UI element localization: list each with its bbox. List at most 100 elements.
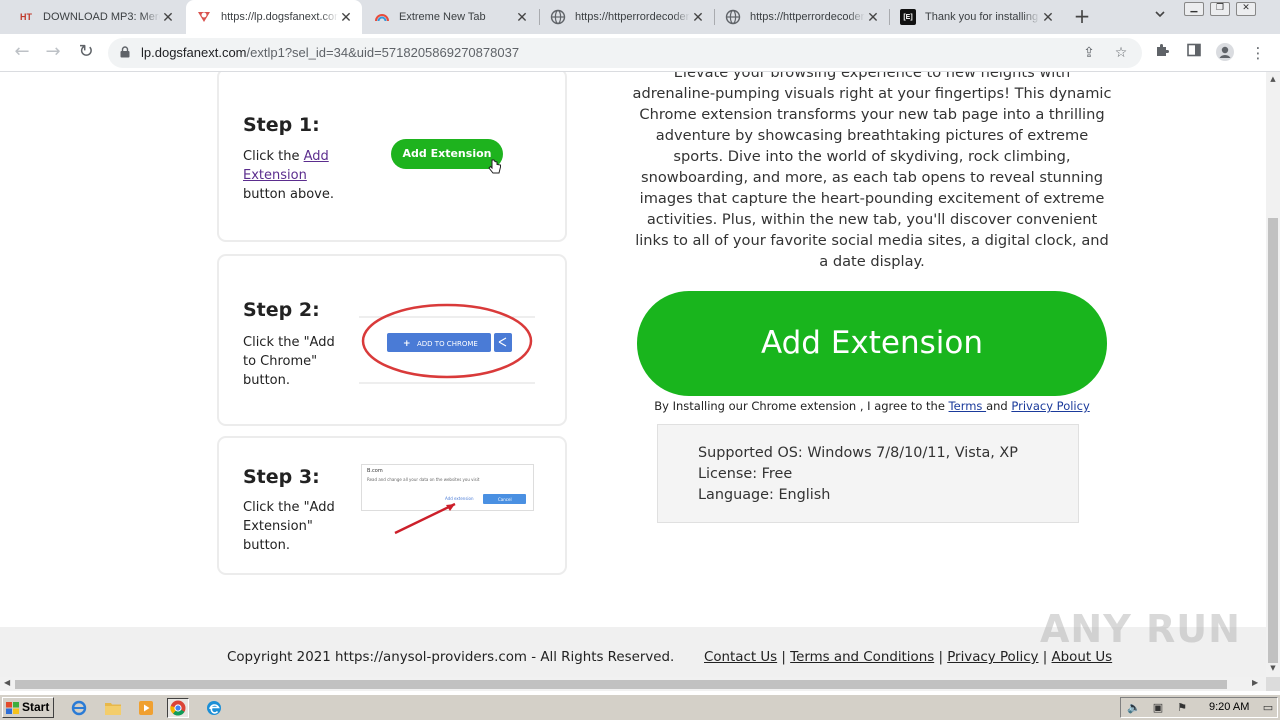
add-extension-button[interactable]: Add Extension: [637, 291, 1107, 396]
scroll-up-icon[interactable]: ▲: [1269, 75, 1277, 83]
dialog-text: Read and change all your data on the web…: [367, 477, 480, 482]
chrome-taskbar-icon[interactable]: [167, 698, 189, 718]
minimize-icon[interactable]: ▁: [1184, 2, 1204, 16]
step-1-text-after: button above.: [243, 187, 335, 202]
close-tab-icon[interactable]: ✕: [865, 9, 881, 26]
tab-favicon: [E]: [900, 9, 916, 25]
scrollbar-corner: [1266, 677, 1280, 691]
tab-title: Extreme New Tab: [399, 11, 486, 23]
scroll-down-icon[interactable]: ▼: [1269, 664, 1277, 672]
tab-httperrordecoder-1[interactable]: https://httperrordecoder ✕: [540, 0, 714, 34]
show-desktop-icon[interactable]: ▭: [1261, 701, 1275, 715]
add-to-chrome-illustration: + ADD TO CHROME: [359, 303, 535, 384]
network-icon[interactable]: ▣: [1151, 701, 1165, 715]
anyrun-watermark: ANY RUN: [1040, 607, 1241, 651]
tab-favicon-icon: [196, 9, 212, 25]
footer-privacy-policy-link[interactable]: Privacy Policy: [947, 650, 1038, 665]
tab-extreme-new-tab[interactable]: Extreme New Tab ✕: [364, 0, 538, 34]
globe-icon: [550, 9, 566, 25]
forward-icon[interactable]: →: [41, 41, 65, 65]
vertical-scrollbar[interactable]: ▲ ▼: [1266, 72, 1280, 677]
svg-text:+: +: [403, 339, 411, 349]
tab-title: https://lp.dogsfanext.com: [221, 11, 338, 23]
volume-icon[interactable]: 🔈: [1127, 701, 1141, 715]
agreement-text: By Installing our Chrome extension , I a…: [632, 399, 1112, 413]
tab-title: DOWNLOAD MP3: Merengue: [43, 11, 160, 23]
action-center-flag-icon[interactable]: ⚑: [1175, 701, 1189, 715]
start-button[interactable]: Start: [2, 697, 54, 718]
file-explorer-icon[interactable]: [102, 698, 124, 718]
share-icon[interactable]: ⇪: [1080, 44, 1098, 62]
side-panel-icon[interactable]: [1183, 42, 1205, 64]
about-us-link[interactable]: About Us: [1052, 650, 1113, 665]
system-tray: 🔈 ▣ ⚑ 9:20 AM ▭: [1120, 697, 1278, 718]
license: License: Free: [698, 466, 793, 482]
close-tab-icon[interactable]: ✕: [514, 9, 530, 26]
lock-icon: [120, 46, 130, 58]
windows-logo-icon: [6, 702, 19, 714]
tab-download-mp3[interactable]: HT DOWNLOAD MP3: Merengue ✕: [8, 0, 184, 34]
media-player-icon[interactable]: [135, 698, 157, 718]
edge-icon[interactable]: [203, 698, 225, 718]
agreement-and: and: [986, 399, 1012, 413]
tab-strip: HT DOWNLOAD MP3: Merengue ✕ https://lp.d…: [0, 0, 1280, 34]
back-icon[interactable]: ←: [10, 41, 34, 65]
tab-dogsfanext[interactable]: https://lp.dogsfanext.com ✕: [186, 0, 362, 34]
address-bar[interactable]: lp.dogsfanext.com/extlp1?sel_id=34&uid=5…: [108, 38, 1142, 68]
horizontal-scrollbar[interactable]: ◀ ▶: [0, 677, 1266, 691]
step-3-card: Step 3: Click the "Add Extension" button…: [217, 436, 567, 575]
step-3-title: Step 3:: [243, 466, 320, 488]
extensions-puzzle-icon[interactable]: [1151, 42, 1173, 64]
tab-search-icon[interactable]: [1150, 8, 1170, 26]
tab-favicon: HT: [20, 12, 32, 22]
close-tab-icon[interactable]: ✕: [1040, 9, 1056, 26]
menu-kebab-icon[interactable]: ⋮: [1247, 42, 1269, 64]
dialog-title: B.com: [367, 468, 383, 474]
windows-taskbar: Start 🔈 ▣ ⚑ 9:20 AM ▭: [0, 694, 1280, 720]
profile-avatar-icon[interactable]: [1214, 42, 1236, 64]
vertical-scroll-thumb[interactable]: [1268, 218, 1278, 663]
tab-title: Thank you for installing: [925, 11, 1039, 23]
contact-us-link[interactable]: Contact Us: [704, 650, 777, 665]
close-tab-icon[interactable]: ✕: [160, 9, 176, 26]
hand-cursor-icon: [487, 159, 501, 174]
close-window-icon[interactable]: ✕: [1236, 2, 1256, 16]
bookmark-star-icon[interactable]: ☆: [1112, 44, 1130, 62]
step-3-text: Click the "Add Extension" button.: [243, 500, 335, 553]
step-2-title: Step 2:: [243, 299, 320, 321]
terms-link[interactable]: Terms: [949, 399, 987, 413]
scroll-right-icon[interactable]: ▶: [1252, 678, 1258, 687]
close-tab-icon[interactable]: ✕: [690, 9, 706, 26]
footer-links: Contact Us | Terms and Conditions | Priv…: [704, 650, 1112, 665]
footer-sep: |: [934, 650, 948, 665]
privacy-policy-link[interactable]: Privacy Policy: [1011, 399, 1089, 413]
restore-icon[interactable]: ❐: [1210, 2, 1230, 16]
step-1-text: Click the Add Extension button above.: [243, 147, 343, 204]
dialog-add-link: Add extension: [445, 496, 474, 501]
language: Language: English: [698, 487, 831, 503]
rainbow-favicon-icon: [374, 9, 390, 25]
browser-toolbar: ← → ↻ lp.dogsfanext.com/extlp1?sel_id=34…: [0, 34, 1280, 72]
close-tab-icon[interactable]: ✕: [338, 9, 354, 26]
url-domain: lp.dogsfanext.com: [141, 45, 247, 60]
horizontal-scroll-thumb[interactable]: [15, 680, 1227, 689]
footer-sep: |: [1038, 650, 1052, 665]
dialog-cancel: Cancel: [498, 497, 512, 502]
extension-description: Elevate your browsing experience to new …: [632, 72, 1112, 270]
new-tab-button[interactable]: +: [1070, 5, 1094, 29]
add-extension-dialog-illustration: B.com Read and change all your data on t…: [361, 464, 534, 535]
step-1-card: Step 1: Click the Add Extension button a…: [217, 72, 567, 242]
tab-title: https://httperrordecoder: [750, 11, 865, 23]
page-viewport: Step 1: Click the Add Extension button a…: [0, 72, 1266, 677]
internet-explorer-icon[interactable]: [68, 698, 90, 718]
scroll-left-icon[interactable]: ◀: [4, 678, 10, 687]
agreement-prefix: By Installing our Chrome extension , I a…: [654, 399, 949, 413]
footer-sep: |: [777, 650, 791, 665]
tab-httperrordecoder-2[interactable]: https://httperrordecoder ✕: [715, 0, 889, 34]
tab-thank-you[interactable]: [E] Thank you for installing ✕: [890, 0, 1064, 34]
terms-and-conditions-link[interactable]: Terms and Conditions: [790, 650, 934, 665]
url-text: lp.dogsfanext.com/extlp1?sel_id=34&uid=5…: [141, 45, 519, 60]
url-path: /extlp1?sel_id=34&uid=571820586927087803…: [246, 45, 520, 60]
reload-icon[interactable]: ↻: [74, 41, 98, 65]
start-label: Start: [22, 700, 50, 714]
